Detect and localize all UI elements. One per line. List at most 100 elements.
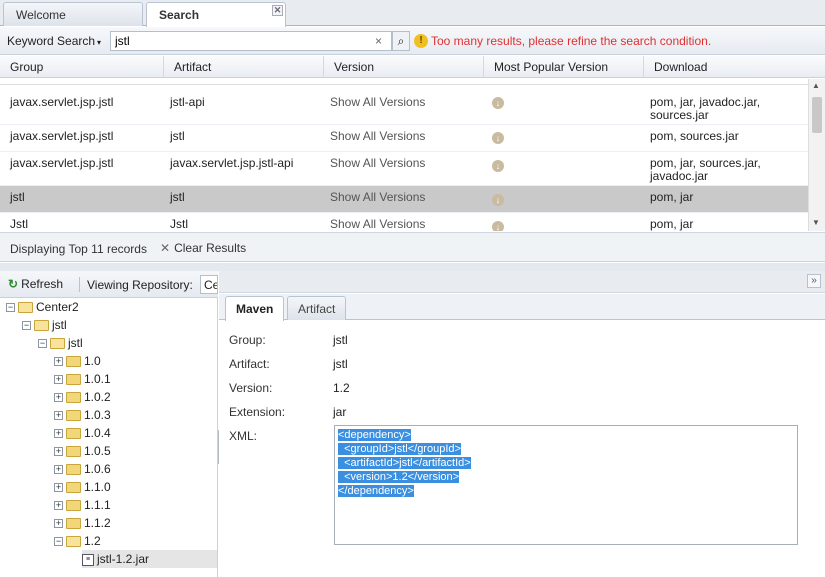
tab-search[interactable]: Search ✕: [146, 2, 286, 27]
search-input[interactable]: [110, 31, 392, 51]
cell-download[interactable]: pom, sources.jar: [640, 125, 800, 148]
folder-icon: [66, 374, 81, 386]
column-header-artifact[interactable]: Artifact: [164, 56, 324, 78]
show-all-versions-link[interactable]: Show All Versions: [320, 91, 435, 114]
collapse-icon[interactable]: −: [22, 321, 31, 331]
close-icon[interactable]: ✕: [272, 5, 283, 16]
tree-node-jstl-artifact[interactable]: − jstl: [38, 334, 83, 352]
expand-icon[interactable]: +: [54, 519, 63, 529]
show-all-versions-link[interactable]: Show All Versions: [320, 186, 435, 209]
tree-node-label: 1.0.4: [84, 426, 111, 440]
table-row-partial: [0, 79, 808, 85]
tree-node-version[interactable]: +1.0: [54, 352, 101, 370]
tree-node-center2[interactable]: − Center2: [6, 298, 79, 316]
folder-icon: [66, 500, 81, 512]
repository-select[interactable]: Central: [200, 275, 218, 294]
folder-open-icon: [34, 320, 49, 332]
xml-textarea[interactable]: <dependency> <groupId>jstl</groupId> <ar…: [334, 425, 798, 545]
chevron-down-icon: ▾: [97, 38, 102, 47]
scroll-up-icon[interactable]: ▲: [812, 81, 820, 90]
cell-artifact: Jstl: [170, 217, 188, 231]
tree-node-version[interactable]: +1.0.3: [54, 406, 111, 424]
table-row[interactable]: Jstl Jstl Show All Versions ↓ pom, jar: [0, 213, 808, 231]
tree-node-version[interactable]: − 1.2: [54, 532, 101, 550]
tree-node-label: 1.0.3: [84, 408, 111, 422]
column-header-group[interactable]: Group: [0, 56, 164, 78]
clear-results-button[interactable]: ✕ Clear Results: [156, 238, 250, 258]
tree-node-version[interactable]: +1.1.2: [54, 514, 111, 532]
cell-download[interactable]: pom, jar: [640, 186, 800, 209]
tree-node-version[interactable]: +1.0.6: [54, 460, 111, 478]
show-all-versions-link[interactable]: Show All Versions: [320, 152, 435, 175]
expand-icon[interactable]: +: [54, 375, 63, 385]
column-header-most-popular-version[interactable]: Most Popular Version: [484, 56, 644, 78]
table-row[interactable]: javax.servlet.jsp.jstl jstl Show All Ver…: [0, 125, 808, 152]
collapse-icon[interactable]: −: [6, 303, 15, 313]
collapse-icon[interactable]: −: [54, 537, 63, 547]
tree-node-label: 1.1.2: [84, 516, 111, 530]
artifact-value: jstl: [333, 357, 348, 371]
expand-icon[interactable]: +: [54, 465, 63, 475]
tree-node-jstl-group[interactable]: − jstl: [22, 316, 67, 334]
tree-node-jar-file[interactable]: ≡ jstl-1.2.jar: [82, 550, 217, 568]
xml-line: <version>1.2</version>: [338, 471, 460, 483]
expand-icon[interactable]: +: [54, 501, 63, 511]
expand-icon[interactable]: +: [54, 393, 63, 403]
cell-group: javax.servlet.jsp.jstl: [10, 95, 114, 109]
expand-icon[interactable]: +: [54, 411, 63, 421]
tab-welcome[interactable]: Welcome: [3, 2, 143, 26]
search-icon: ⌕: [397, 34, 405, 48]
collapse-icon[interactable]: −: [38, 339, 47, 349]
xml-line: <groupId>jstl</groupId>: [338, 443, 461, 455]
table-row[interactable]: javax.servlet.jsp.jstl javax.servlet.jsp…: [0, 152, 808, 186]
tree-node-label: 1.0.2: [84, 390, 111, 404]
tree-node-version[interactable]: +1.1.0: [54, 478, 111, 496]
column-header-download[interactable]: Download: [644, 56, 825, 78]
clear-search-icon[interactable]: ×: [375, 34, 382, 48]
cell-download[interactable]: pom, jar, javadoc.jar, sources.jar: [640, 91, 800, 127]
popular-version-icon: ↓: [492, 97, 504, 109]
clear-icon: ✕: [160, 241, 171, 255]
expand-icon[interactable]: +: [54, 447, 63, 457]
tab-artifact[interactable]: Artifact: [287, 296, 347, 320]
cell-artifact: jstl-api: [170, 95, 205, 109]
tree-node-label: 1.2: [84, 534, 101, 548]
results-scrollbar[interactable]: ▲ ▼: [808, 79, 825, 231]
show-all-versions-link[interactable]: Show All Versions: [320, 125, 435, 148]
tree-node-version[interactable]: +1.0.2: [54, 388, 111, 406]
xml-line: </dependency>: [338, 485, 414, 497]
expand-icon[interactable]: +: [54, 357, 63, 367]
record-count: Displaying Top 11 records: [10, 242, 147, 256]
jar-file-icon: ≡: [82, 553, 94, 566]
popular-version-icon: ↓: [492, 160, 504, 172]
refresh-button[interactable]: ↻ Refresh: [8, 277, 63, 291]
warning-icon: !: [414, 34, 428, 48]
cell-download[interactable]: pom, jar, sources.jar, javadoc.jar: [640, 152, 800, 188]
scroll-down-icon[interactable]: ▼: [812, 218, 820, 227]
cell-download[interactable]: pom, jar: [640, 213, 800, 231]
search-scope-dropdown[interactable]: Keyword Search ▾: [7, 34, 101, 48]
folder-open-icon: [18, 302, 33, 314]
table-row[interactable]: javax.servlet.jsp.jstl jstl-api Show All…: [0, 91, 808, 125]
table-row-selected[interactable]: jstl jstl Show All Versions ↓ pom, jar: [0, 186, 808, 213]
artifact-label: Artifact:: [229, 357, 270, 371]
tree-node-label: jstl: [52, 318, 67, 332]
scrollbar-thumb[interactable]: [812, 97, 822, 133]
expand-icon[interactable]: +: [54, 483, 63, 493]
search-scope-label: Keyword Search: [7, 34, 96, 48]
tab-maven[interactable]: Maven: [225, 296, 285, 321]
tree-node-version[interactable]: +1.1.1: [54, 496, 111, 514]
horizontal-splitter[interactable]: [0, 263, 825, 271]
tree-node-version[interactable]: +1.0.5: [54, 442, 111, 460]
tree-node-label: 1.0.6: [84, 462, 111, 476]
cell-group: javax.servlet.jsp.jstl: [10, 129, 114, 143]
tree-node-version[interactable]: +1.0.1: [54, 370, 111, 388]
search-button[interactable]: ⌕: [392, 31, 410, 51]
show-all-versions-link[interactable]: Show All Versions: [320, 213, 435, 231]
column-header-version[interactable]: Version: [324, 56, 484, 78]
expand-icon[interactable]: +: [54, 429, 63, 439]
tree-node-version[interactable]: +1.0.4: [54, 424, 111, 442]
popular-version-icon: ↓: [492, 194, 504, 206]
repository-label: Viewing Repository:: [87, 278, 193, 292]
expand-panel-icon[interactable]: »: [807, 274, 821, 288]
